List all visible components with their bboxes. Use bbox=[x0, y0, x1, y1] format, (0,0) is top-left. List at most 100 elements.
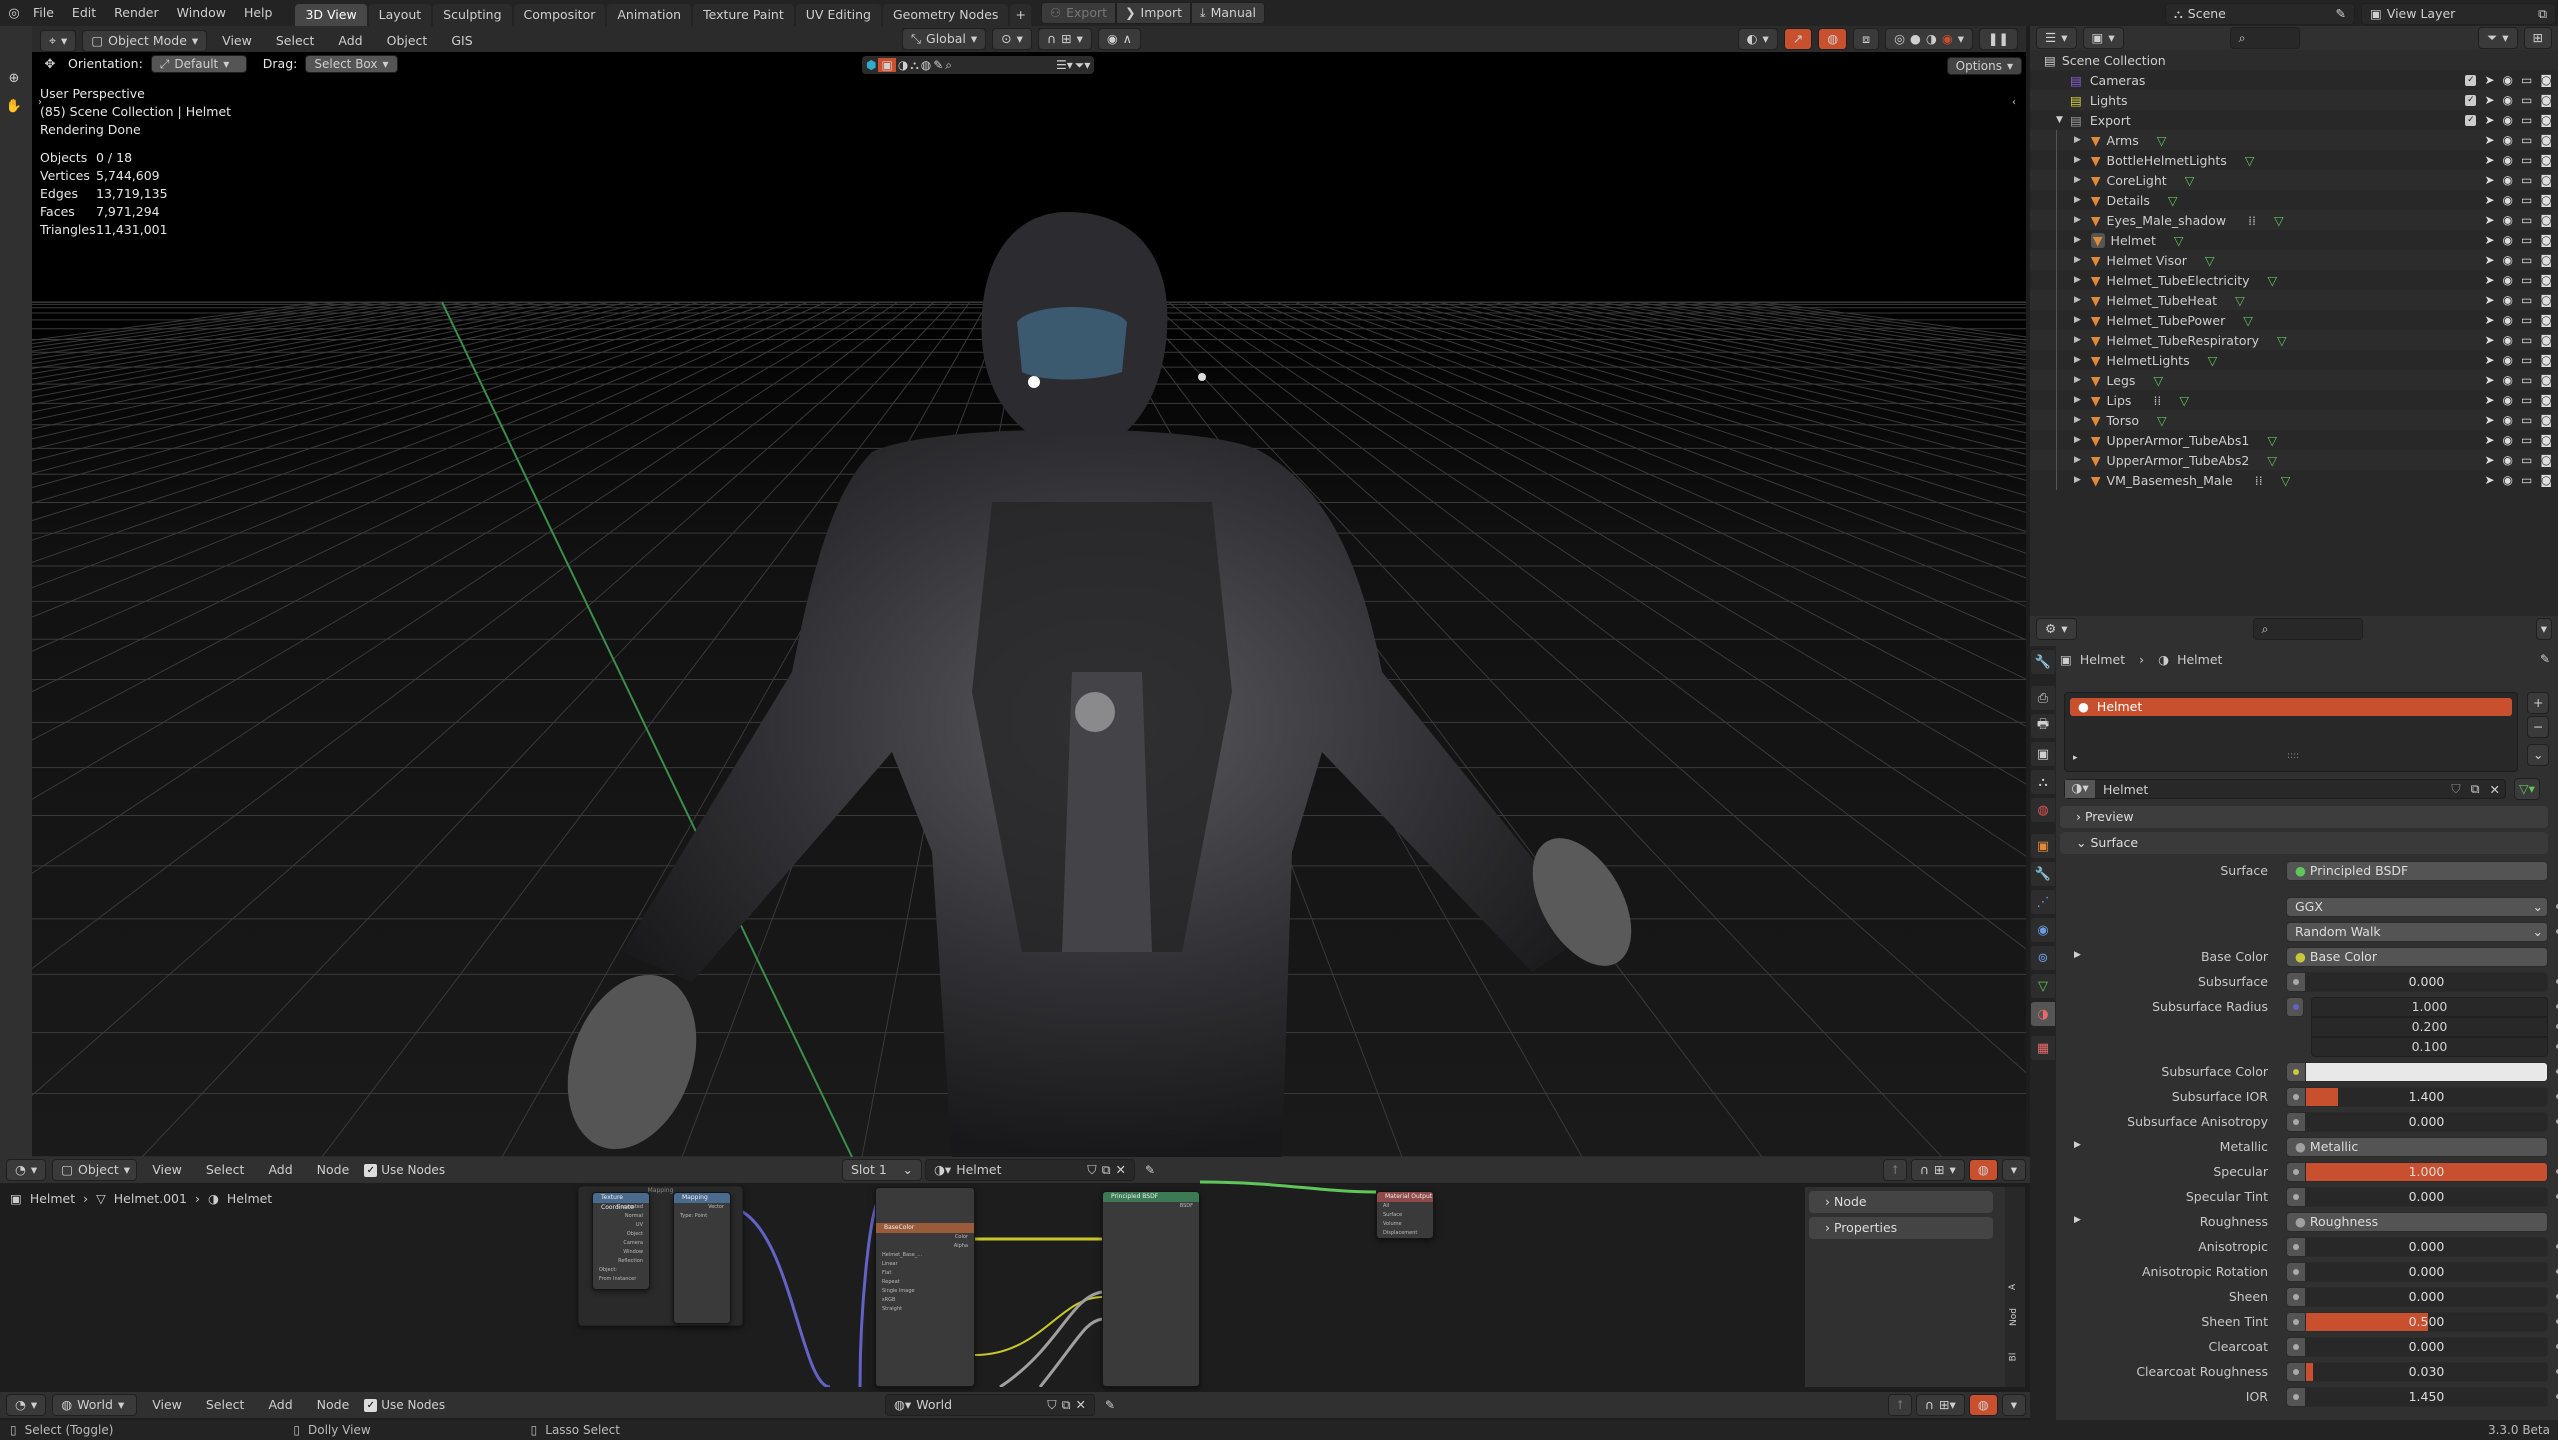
preview-panel-header[interactable]: › Preview bbox=[2060, 806, 2548, 828]
render-camera-icon[interactable]: ◙ bbox=[2540, 373, 2552, 387]
selectable-icon[interactable]: ➤ bbox=[2484, 233, 2494, 247]
surface-shader-field[interactable]: ● Principled BSDF bbox=[2286, 861, 2548, 881]
world-menu-node[interactable]: Node bbox=[308, 1392, 359, 1418]
expand-arrow-icon[interactable]: ▶ bbox=[2074, 335, 2081, 345]
subsurface-method-dropdown[interactable]: Random Walk ⌄ bbox=[2286, 922, 2548, 942]
eye-icon[interactable]: ◉ bbox=[2503, 453, 2513, 467]
eye-icon[interactable]: ◉ bbox=[2503, 113, 2513, 127]
object-row[interactable]: ▶ ▼ Torso ▽ ➤ ◉ ▭ ◙ bbox=[2030, 410, 2558, 430]
selectable-icon[interactable]: ➤ bbox=[2484, 473, 2494, 487]
eye-icon[interactable]: ◉ bbox=[2503, 353, 2513, 367]
mesh-data-icon[interactable]: ▽ bbox=[2267, 433, 2277, 448]
eye-icon[interactable]: ◉ bbox=[2503, 273, 2513, 287]
viewport-monitor-icon[interactable]: ▭ bbox=[2521, 453, 2532, 467]
eye-icon[interactable]: ◉ bbox=[2503, 173, 2513, 187]
texture-tab-icon[interactable]: ▦ bbox=[2031, 1036, 2055, 1060]
expand-arrow-icon[interactable]: ▶ bbox=[2074, 255, 2081, 265]
mesh-data-icon[interactable]: ▽ bbox=[2174, 233, 2184, 248]
render-camera-icon[interactable]: ◙ bbox=[2540, 453, 2552, 467]
material-name-field[interactable]: Helmet bbox=[2095, 782, 2446, 797]
zoom-view-icon[interactable]: ⊕ bbox=[4, 68, 24, 88]
expand-list-icon[interactable]: ▸ bbox=[2073, 753, 2078, 763]
wireframe-shading-icon[interactable]: ◎ bbox=[1894, 29, 1905, 49]
node-image-textures[interactable]: BaseColor Color Alpha Helmet_Base_... Li… bbox=[875, 1187, 975, 1387]
render-camera-icon[interactable]: ◙ bbox=[2540, 473, 2552, 487]
node-texture-coordinate[interactable]: Texture Coordinate Generated Normal UV Obje… bbox=[592, 1192, 650, 1290]
eye-icon[interactable]: ◉ bbox=[2503, 473, 2513, 487]
mesh-data-icon[interactable]: ▽ bbox=[2243, 313, 2253, 328]
mode-dropdown[interactable]: ▢ Object Mode ▾ bbox=[82, 30, 208, 52]
socket-button[interactable] bbox=[2287, 1338, 2305, 1356]
world-overlay-dropdown[interactable]: ▾ bbox=[2001, 1394, 2026, 1416]
render-camera-icon[interactable]: ◙ bbox=[2540, 173, 2552, 187]
add-workspace-button[interactable]: + bbox=[1010, 3, 1031, 26]
vp-menu-select[interactable]: Select bbox=[267, 28, 324, 54]
tab-sculpting[interactable]: Sculpting bbox=[433, 3, 512, 26]
render-camera-icon[interactable]: ◙ bbox=[2540, 193, 2552, 207]
viewport-monitor-icon[interactable]: ▭ bbox=[2521, 393, 2532, 407]
remove-slot-button[interactable]: − bbox=[2527, 716, 2550, 738]
sidebar-tab-bl[interactable]: Bl bbox=[2008, 1353, 2018, 1362]
expand-arrow-icon[interactable]: ▶ bbox=[2074, 195, 2081, 205]
expand-arrow-icon[interactable]: ▶ bbox=[2074, 950, 2081, 960]
link-data-dropdown[interactable]: ▽▾ bbox=[2514, 778, 2540, 800]
render-camera-icon[interactable]: ◙ bbox=[2540, 273, 2552, 287]
viewport-monitor-icon[interactable]: ▭ bbox=[2521, 433, 2532, 447]
proportional-edit-toggle[interactable]: ◉ ∧ bbox=[1097, 28, 1141, 50]
selectable-icon[interactable]: ➤ bbox=[2484, 333, 2494, 347]
mesh-data-icon[interactable]: ▽ bbox=[2268, 273, 2278, 288]
display-mode-dropdown[interactable]: ▣ ▾ bbox=[2082, 27, 2124, 49]
mesh-data-icon[interactable]: ▽ bbox=[2205, 253, 2215, 268]
import-button[interactable]: ❯ Import bbox=[1116, 2, 1192, 24]
pan-hand-icon[interactable]: ✋ bbox=[4, 96, 24, 116]
properties-panel-header[interactable]: › Properties bbox=[1809, 1217, 1993, 1239]
scene-tab-icon[interactable]: ⛬ bbox=[2031, 770, 2055, 794]
eye-icon[interactable]: ◉ bbox=[2503, 153, 2513, 167]
collection-row[interactable]: ▤ Cameras ✓ ➤ ◉ ▭ ◙ bbox=[2030, 70, 2558, 90]
distribution-dropdown[interactable]: GGX ⌄ bbox=[2286, 897, 2548, 917]
selectable-icon[interactable]: ➤ bbox=[2484, 253, 2494, 267]
selectable-icon[interactable]: ➤ bbox=[2484, 93, 2494, 107]
world-tab-icon[interactable]: ◍ bbox=[2031, 798, 2055, 822]
selectable-icon[interactable]: ➤ bbox=[2484, 373, 2494, 387]
expand-arrow-icon[interactable]: ▶ bbox=[2074, 455, 2081, 465]
selectable-icon[interactable]: ➤ bbox=[2484, 393, 2494, 407]
selectable-icon[interactable]: ➤ bbox=[2484, 113, 2494, 127]
viewport-monitor-icon[interactable]: ▭ bbox=[2521, 233, 2532, 247]
unlink-icon[interactable]: ✕ bbox=[1076, 1395, 1086, 1415]
object-row[interactable]: ▶ ▼ CoreLight ▽ ➤ ◉ ▭ ◙ bbox=[2030, 170, 2558, 190]
node-output-socket[interactable]: Camera bbox=[593, 1239, 649, 1248]
outliner-filter[interactable]: ⏷ ▾ bbox=[2478, 27, 2518, 49]
vp-menu-gis[interactable]: GIS bbox=[442, 28, 481, 54]
world-overlay-toggle[interactable]: ◍ bbox=[1968, 1394, 1998, 1416]
eye-icon[interactable]: ◉ bbox=[2503, 313, 2513, 327]
expand-arrow-icon[interactable]: ▶ bbox=[2074, 415, 2081, 425]
pin-icon[interactable]: ✎ bbox=[2336, 4, 2346, 24]
duplicate-material-icon[interactable]: ⧉ bbox=[2466, 781, 2485, 797]
socket-button[interactable] bbox=[2287, 1088, 2305, 1106]
xray-toggle[interactable]: ⧈ bbox=[1853, 28, 1880, 50]
render-camera-icon[interactable]: ◙ bbox=[2540, 93, 2552, 107]
mesh-data-icon[interactable]: ▽ bbox=[2185, 173, 2195, 188]
node-mapping[interactable]: Mapping Vector Type: Point bbox=[673, 1192, 731, 1324]
node-snap-toggle[interactable]: ∩ ⊞ ▾ bbox=[1910, 1159, 1965, 1181]
render-camera-icon[interactable]: ◙ bbox=[2540, 153, 2552, 167]
linked-input-field[interactable]: ● Metallic bbox=[2286, 1137, 2548, 1157]
selectable-icon[interactable]: ➤ bbox=[2484, 153, 2494, 167]
expand-arrow-icon[interactable]: ▶ bbox=[2074, 215, 2081, 225]
menu-file[interactable]: File bbox=[24, 0, 63, 26]
color-swatch[interactable] bbox=[2306, 1063, 2547, 1081]
particles-tab-icon[interactable]: ⋰ bbox=[2031, 890, 2055, 914]
object-row[interactable]: ▶ ▼ Helmet Visor ▽ ➤ ◉ ▭ ◙ bbox=[2030, 250, 2558, 270]
eye-icon[interactable]: ◉ bbox=[2503, 233, 2513, 247]
vector-component-field[interactable]: 0.100 bbox=[2311, 1037, 2548, 1057]
world-menu-select[interactable]: Select bbox=[197, 1392, 254, 1418]
tool-tab-icon[interactable]: 🔧 bbox=[2031, 650, 2055, 674]
expand-arrow-icon[interactable]: ▶ bbox=[2074, 435, 2081, 445]
physics-tab-icon[interactable]: ◉ bbox=[2031, 918, 2055, 942]
mesh-data-icon[interactable]: ▽ bbox=[2208, 353, 2218, 368]
object-row[interactable]: ▶ ▼ HelmetLights ▽ ➤ ◉ ▭ ◙ bbox=[2030, 350, 2558, 370]
overlays-toggle[interactable]: ◍ bbox=[1818, 28, 1848, 50]
mesh-data-icon[interactable]: ▽ bbox=[2235, 293, 2245, 308]
collection-row[interactable]: ▼ ▤ Export ✓ ➤ ◉ ▭ ◙ bbox=[2030, 110, 2558, 130]
